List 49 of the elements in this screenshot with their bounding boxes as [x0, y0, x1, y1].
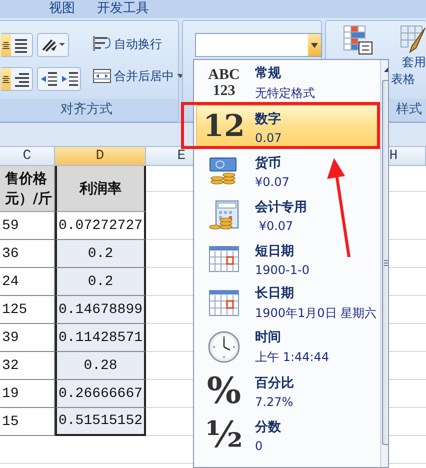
table-cell: 0.14678899: [55, 296, 146, 324]
header-cell: 利润率: [55, 166, 146, 212]
table-brush-icon: [400, 25, 426, 53]
ribbon-tab[interactable]: 视图: [49, 0, 75, 18]
format-glyph-icon: ABC 123: [208, 67, 240, 99]
table-cell: 15: [0, 408, 55, 436]
table-cell: 24: [0, 268, 55, 296]
align-button[interactable]: [1, 34, 11, 56]
table-cell: 0.11428571: [55, 324, 146, 352]
caret-icon: [311, 42, 318, 48]
calendar-icon: [209, 290, 239, 316]
format-option[interactable]: 会计专用 ¥0.07: [196, 193, 378, 237]
format-glyph-icon: ½: [205, 417, 243, 453]
dropdown-button[interactable]: [308, 34, 321, 56]
conditional-format-button[interactable]: [343, 25, 373, 55]
table-cell: 19: [0, 380, 55, 408]
format-option[interactable]: % 百分比 7.27%: [196, 369, 378, 413]
wrap-text-icon: [93, 36, 111, 52]
format-option[interactable]: 长日期 1900年1月0日 星期六: [196, 281, 378, 325]
calculator-coins-icon: [209, 200, 239, 230]
format-as-table-button[interactable]: 套用 表格: [391, 25, 426, 87]
column-header[interactable]: D: [55, 147, 146, 166]
ribbon-tab[interactable]: 开发工具: [97, 0, 149, 18]
number-format-field[interactable]: [195, 33, 322, 57]
table-cell: 0.51515152: [55, 408, 146, 436]
table-cell: 0.2: [55, 268, 146, 296]
table-cell: 125: [0, 296, 55, 324]
table-cell: 39: [0, 324, 55, 352]
table-cell: 59: [0, 212, 55, 240]
group-label: 对齐方式: [0, 99, 178, 121]
align-button[interactable]: [1, 68, 11, 90]
calendar-icon: [209, 246, 239, 272]
merge-cells-icon: [93, 69, 111, 83]
column-header[interactable]: C: [0, 147, 55, 166]
table-cell: 0.07272727: [55, 212, 146, 240]
format-glyph-icon: %: [206, 373, 242, 409]
format-option[interactable]: 时间 上午 1:44:44: [196, 325, 378, 369]
conditional-format-icon: [343, 25, 373, 55]
clock-icon: [208, 331, 240, 363]
table-cell: 36: [0, 240, 55, 268]
banknote-coins-icon: [209, 156, 239, 186]
table-cell: 0.28: [55, 352, 146, 380]
header-cell: 售价格 元）/斤: [0, 166, 55, 212]
table-cell: 0.2: [55, 240, 146, 268]
wrap-text-button[interactable]: 自动换行: [91, 33, 186, 55]
table-cell: 0.26666667: [55, 380, 146, 408]
format-option[interactable]: 短日期 1900-1-0: [196, 237, 378, 281]
format-glyph-icon: 12: [203, 112, 245, 142]
table-cell: 32: [0, 352, 55, 380]
